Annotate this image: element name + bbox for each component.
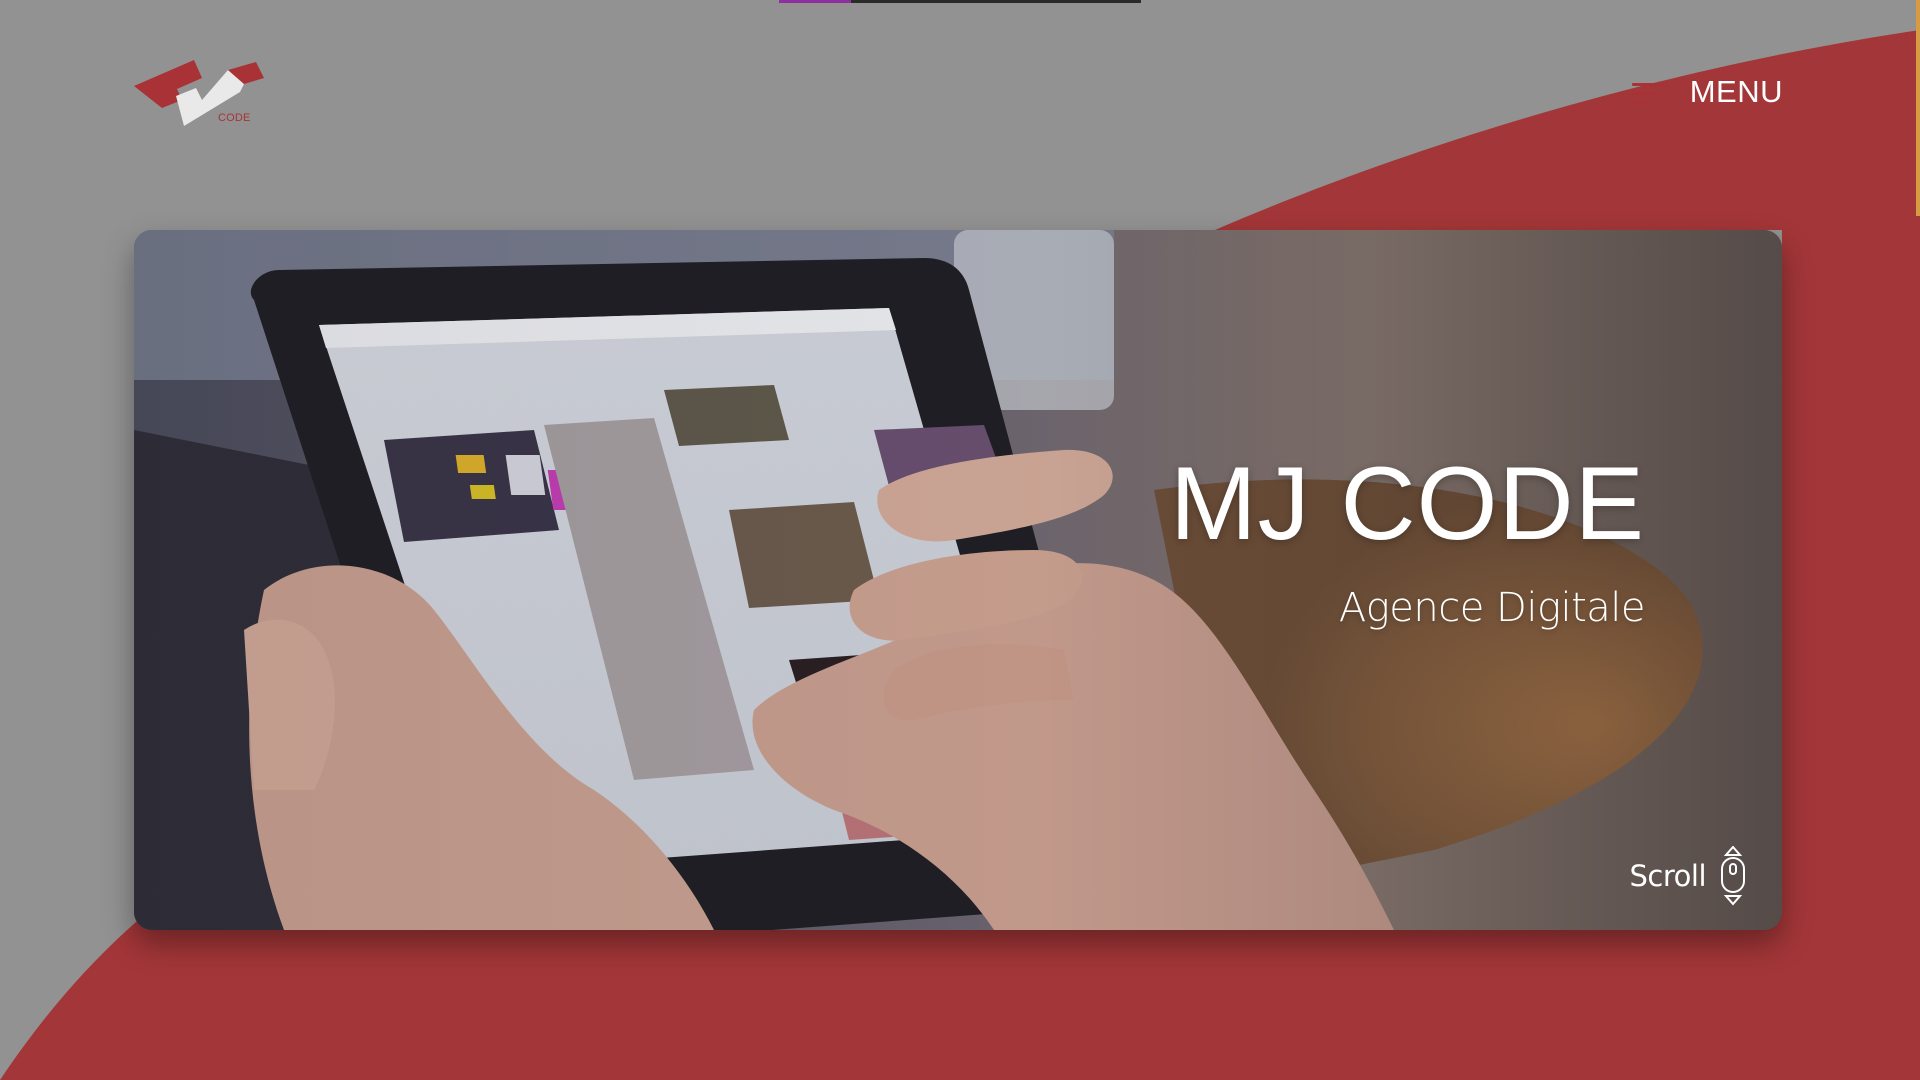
page-loader-bar xyxy=(779,0,1141,3)
scroll-down-button[interactable]: Scroll xyxy=(1630,846,1747,906)
hero-image-overlay xyxy=(134,230,1782,930)
hero-title: MJ CODE xyxy=(1170,446,1645,562)
page: CODE MENU MJ CODE Agence Digitale Scroll xyxy=(0,0,1920,1080)
hero-card: MJ CODE Agence Digitale Scroll xyxy=(134,230,1782,930)
menu-button[interactable]: MENU xyxy=(1631,74,1783,110)
menu-label: MENU xyxy=(1689,74,1783,109)
mouse-scroll-icon xyxy=(1721,846,1745,906)
scroll-label: Scroll xyxy=(1629,859,1707,893)
hamburger-lines-icon xyxy=(1631,78,1668,106)
page-loader-progress xyxy=(779,0,852,3)
brand-logo-text: CODE xyxy=(218,112,251,124)
hero-subtitle: Agence Digitale xyxy=(1338,585,1646,631)
page-scroll-indicator xyxy=(1916,0,1920,216)
